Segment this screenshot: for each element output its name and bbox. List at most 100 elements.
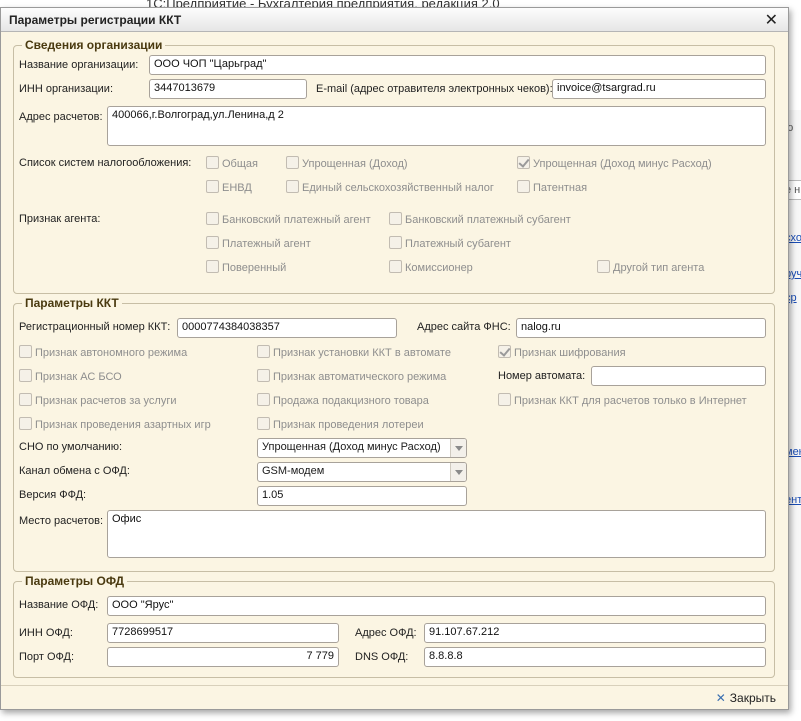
org-email-field[interactable]: invoice@tsargrad.ru bbox=[552, 79, 766, 99]
ofd-port-field[interactable]: 7 779 bbox=[107, 647, 339, 667]
checkbox-label: Признак проведения азартных игр bbox=[35, 419, 211, 431]
ffd-version-field[interactable]: 1.05 bbox=[257, 486, 467, 506]
checkbox[interactable] bbox=[257, 345, 270, 358]
place-label: Место расчетов: bbox=[19, 515, 104, 527]
checkbox-label: Признак установки ККТ в автомате bbox=[273, 347, 451, 359]
flag-excise[interactable]: Продажа подакцизного товара bbox=[257, 393, 429, 407]
checkbox-label: Признак ККТ для расчетов только в Интерн… bbox=[514, 395, 747, 407]
agent-option-bank-agent[interactable]: Банковский платежный агент bbox=[206, 212, 371, 226]
checkbox[interactable] bbox=[498, 393, 511, 406]
checkbox[interactable] bbox=[19, 369, 32, 382]
flag-autonomous[interactable]: Признак автономного режима bbox=[19, 345, 187, 359]
channel-value: GSM-модем bbox=[262, 465, 325, 477]
dropdown-arrow-icon[interactable] bbox=[450, 463, 466, 481]
org-inn-field[interactable]: 3447013679 bbox=[149, 79, 307, 99]
flag-lottery[interactable]: Признак проведения лотереи bbox=[257, 417, 424, 431]
ofd-address-field[interactable]: 91.107.67.212 bbox=[424, 623, 766, 643]
checkbox[interactable] bbox=[389, 260, 402, 273]
tax-option-general[interactable]: Общая bbox=[206, 156, 258, 170]
close-button-label: Закрыть bbox=[729, 691, 776, 705]
ofd-name-label: Название ОФД: bbox=[19, 599, 99, 611]
ofd-legend: Параметры ОФД bbox=[22, 574, 127, 588]
agent-option-bank-subagent[interactable]: Банковский платежный субагент bbox=[389, 212, 571, 226]
agent-label: Признак агента: bbox=[19, 213, 101, 225]
checkbox[interactable] bbox=[257, 369, 270, 382]
dropdown-arrow-icon[interactable] bbox=[450, 439, 466, 457]
checkbox-label: Платежный субагент bbox=[405, 238, 511, 250]
flag-gambling[interactable]: Признак проведения азартных игр bbox=[19, 417, 211, 431]
dialog-title: Параметры регистрации ККТ bbox=[9, 13, 182, 27]
checkbox[interactable] bbox=[286, 180, 299, 193]
kkt-reg-field[interactable]: 0000774384038357 bbox=[177, 318, 397, 338]
checkbox[interactable] bbox=[19, 345, 32, 358]
checkbox-label: Упрощенная (Доход минус Расход) bbox=[533, 158, 712, 170]
ffd-version-label: Версия ФФД: bbox=[19, 489, 87, 501]
checkbox[interactable] bbox=[19, 393, 32, 406]
fns-site-field[interactable]: nalog.ru bbox=[516, 318, 766, 338]
checkbox[interactable] bbox=[257, 393, 270, 406]
close-icon[interactable]: ✕ bbox=[765, 10, 778, 30]
checkbox[interactable] bbox=[597, 260, 610, 273]
tax-option-patent[interactable]: Патентная bbox=[517, 180, 587, 194]
flag-as-bso[interactable]: Признак АС БСО bbox=[19, 369, 122, 383]
close-button[interactable]: ✕ Закрыть bbox=[716, 691, 776, 705]
kkt-legend: Параметры ККТ bbox=[22, 296, 122, 310]
agent-option-other[interactable]: Другой тип агента bbox=[597, 260, 704, 274]
tax-option-envd[interactable]: ЕНВД bbox=[206, 180, 252, 194]
checkbox-label: Признак автоматического режима bbox=[273, 371, 447, 383]
flag-encryption[interactable]: Признак шифрования bbox=[498, 345, 626, 359]
checkbox-label: ЕНВД bbox=[222, 182, 252, 194]
tax-option-usn-income-expense[interactable]: Упрощенная (Доход минус Расход) bbox=[517, 156, 712, 170]
kkt-registration-dialog: Параметры регистрации ККТ ✕ Сведения орг… bbox=[0, 7, 789, 710]
flag-automatic[interactable]: Признак автоматического режима bbox=[257, 369, 446, 383]
checkbox-label: Поверенный bbox=[222, 262, 287, 274]
org-inn-label: ИНН организации: bbox=[19, 83, 113, 95]
machine-number-label: Номер автомата: bbox=[498, 370, 586, 382]
checkbox-checked[interactable] bbox=[517, 156, 530, 169]
place-field[interactable]: Офис bbox=[107, 510, 766, 558]
flag-internet-only[interactable]: Признак ККТ для расчетов только в Интерн… bbox=[498, 393, 747, 407]
org-name-field[interactable]: ООО ЧОП "Царьград" bbox=[149, 55, 766, 75]
flag-vending[interactable]: Признак установки ККТ в автомате bbox=[257, 345, 451, 359]
checkbox[interactable] bbox=[206, 156, 219, 169]
checkbox[interactable] bbox=[206, 260, 219, 273]
agent-option-payment-subagent[interactable]: Платежный субагент bbox=[389, 236, 511, 250]
ofd-dns-label: DNS ОФД: bbox=[355, 651, 409, 663]
close-icon: ✕ bbox=[715, 691, 726, 705]
checkbox-label: Признак автономного режима bbox=[35, 347, 188, 359]
agent-option-attorney[interactable]: Поверенный bbox=[206, 260, 286, 274]
kkt-reg-label: Регистрационный номер ККТ: bbox=[19, 321, 171, 333]
checkbox[interactable] bbox=[206, 212, 219, 225]
checkbox-label: Платежный агент bbox=[222, 238, 311, 250]
org-name-label: Название организации: bbox=[19, 59, 139, 71]
checkbox-checked[interactable] bbox=[498, 345, 511, 358]
tax-option-usn-income[interactable]: Упрощенная (Доход) bbox=[286, 156, 408, 170]
checkbox[interactable] bbox=[286, 156, 299, 169]
agent-option-commission[interactable]: Комиссионер bbox=[389, 260, 473, 274]
org-address-field[interactable]: 400066,г.Волгоград,ул.Ленина,д 2 bbox=[107, 106, 766, 146]
checkbox[interactable] bbox=[257, 417, 270, 430]
dialog-footer: ✕ Закрыть bbox=[1, 685, 788, 710]
channel-select[interactable]: GSM-модем bbox=[257, 462, 467, 482]
machine-number-field[interactable] bbox=[591, 366, 766, 386]
ofd-inn-field[interactable]: 7728699517 bbox=[107, 623, 339, 643]
flag-services[interactable]: Признак расчетов за услуги bbox=[19, 393, 176, 407]
tax-option-esn[interactable]: Единый сельскохозяйственный налог bbox=[286, 180, 494, 194]
checkbox[interactable] bbox=[19, 417, 32, 430]
sno-label: СНО по умолчанию: bbox=[19, 441, 122, 453]
ofd-inn-label: ИНН ОФД: bbox=[19, 627, 73, 639]
checkbox[interactable] bbox=[206, 236, 219, 249]
checkbox[interactable] bbox=[517, 180, 530, 193]
ofd-dns-field[interactable]: 8.8.8.8 bbox=[424, 647, 766, 667]
agent-option-payment-agent[interactable]: Платежный агент bbox=[206, 236, 311, 250]
checkbox[interactable] bbox=[206, 180, 219, 193]
checkbox-label: Признак АС БСО bbox=[35, 371, 122, 383]
checkbox-label: Единый сельскохозяйственный налог bbox=[302, 182, 494, 194]
fns-site-label: Адрес сайта ФНС: bbox=[417, 321, 511, 333]
sno-select[interactable]: Упрощенная (Доход минус Расход) bbox=[257, 438, 467, 458]
ofd-port-label: Порт ОФД: bbox=[19, 651, 75, 663]
checkbox[interactable] bbox=[389, 236, 402, 249]
ofd-name-field[interactable]: ООО "Ярус" bbox=[107, 596, 766, 616]
checkbox[interactable] bbox=[389, 212, 402, 225]
checkbox-label: Комиссионер bbox=[405, 262, 473, 274]
